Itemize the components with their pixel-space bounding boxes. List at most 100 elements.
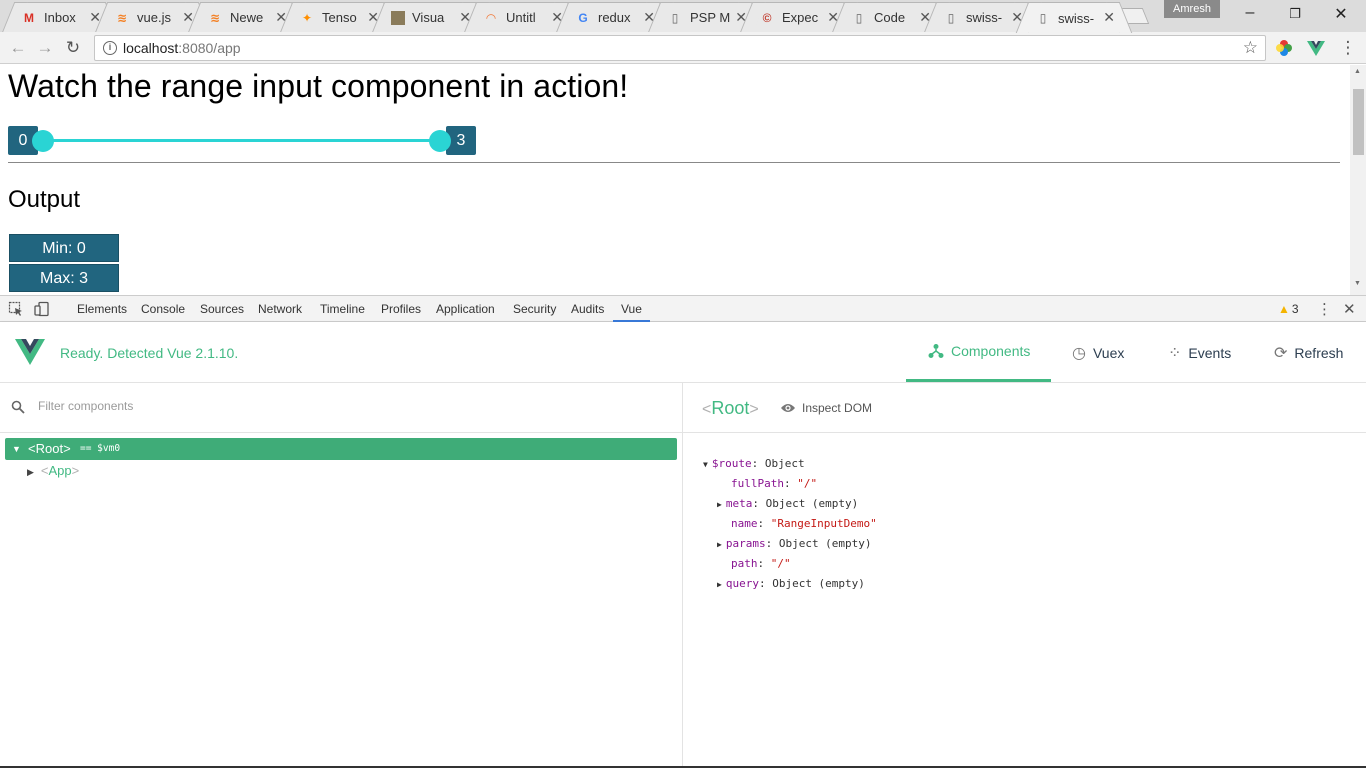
browser-tab[interactable]: ◠ Untitl ✕ xyxy=(476,2,568,32)
tab-audits[interactable]: Audits xyxy=(571,302,604,316)
tree-node-root-label: <Root> xyxy=(28,441,71,456)
page-viewport: Watch the range input component in actio… xyxy=(0,65,1350,295)
scroll-up-icon[interactable]: ▲ xyxy=(1354,68,1361,75)
restore-icon[interactable]: ❐ xyxy=(1285,6,1305,22)
events-icon: ⁘ xyxy=(1168,345,1182,362)
browser-tab[interactable]: ▯ swiss- ✕ xyxy=(936,2,1028,32)
back-arrow-icon[interactable]: ← xyxy=(8,38,28,58)
range-fill xyxy=(44,139,441,142)
prop-row[interactable]: ▼ $route: Object xyxy=(703,457,805,470)
image-icon xyxy=(391,10,405,25)
inspected-component-title: <Root> xyxy=(702,398,759,418)
forward-arrow-icon[interactable]: → xyxy=(35,38,55,58)
components-icon xyxy=(928,344,944,358)
expand-right-icon[interactable]: ▶ xyxy=(27,467,34,477)
browser-tab[interactable]: M Inbox ✕ xyxy=(14,2,106,32)
expand-down-icon[interactable]: ▼ xyxy=(12,438,21,460)
expand-right-icon[interactable]: ▶ xyxy=(717,540,722,549)
tab-sources[interactable]: Sources xyxy=(200,302,244,316)
close-devtools-icon[interactable]: ✕ xyxy=(1343,300,1356,318)
events-tab[interactable]: ⁘ Events xyxy=(1168,343,1231,363)
refresh-icon: ⟳ xyxy=(1274,345,1288,362)
refresh-button[interactable]: ⟳ Refresh xyxy=(1274,343,1343,363)
close-tab-icon[interactable]: ✕ xyxy=(1103,9,1115,26)
tab-security[interactable]: Security xyxy=(513,302,556,316)
tab-profiles[interactable]: Profiles xyxy=(381,302,421,316)
vue-extension-icon[interactable] xyxy=(1306,38,1326,58)
divider xyxy=(8,162,1340,163)
range-input[interactable]: 0 3 xyxy=(8,126,478,156)
tab-timeline[interactable]: Timeline xyxy=(320,302,365,316)
components-tab[interactable]: Components xyxy=(928,343,1030,359)
prop-row: name: "RangeInputDemo" xyxy=(731,517,877,530)
page-icon: ▯ xyxy=(671,10,679,25)
history-icon: ◷ xyxy=(1072,345,1086,362)
search-icon xyxy=(11,400,25,414)
tab-application[interactable]: Application xyxy=(436,302,495,316)
inspect-dom-button[interactable]: Inspect DOM xyxy=(780,401,872,415)
range-max-handle[interactable] xyxy=(429,130,451,152)
warning-badge[interactable]: ▲ 3 xyxy=(1278,302,1299,316)
page-title: Watch the range input component in actio… xyxy=(8,68,629,104)
scrollbar-thumb[interactable] xyxy=(1353,89,1364,155)
tensorflow-icon: ✦ xyxy=(301,10,313,25)
google-icon: G xyxy=(578,10,588,25)
minimize-icon[interactable]: – xyxy=(1240,4,1260,22)
max-output: Max: 3 xyxy=(9,264,119,292)
prop-row[interactable]: ▶ meta: Object (empty) xyxy=(717,497,858,510)
browser-tab[interactable]: ▯ Code ✕ xyxy=(844,2,936,32)
reload-icon[interactable]: ↻ xyxy=(63,38,83,58)
range-min-handle[interactable] xyxy=(32,130,54,152)
color-wheel-extension-icon[interactable] xyxy=(1274,38,1294,58)
eye-icon xyxy=(781,404,795,412)
prop-row[interactable]: ▶ params: Object (empty) xyxy=(717,537,872,550)
output-heading: Output xyxy=(8,186,81,213)
prop-row[interactable]: ▶ query: Object (empty) xyxy=(717,577,865,590)
tree-node-root[interactable]: ▼ <Root> == $vm0 xyxy=(5,438,677,460)
scroll-down-icon[interactable]: ▼ xyxy=(1354,280,1361,287)
browser-tab-active[interactable]: ▯ swiss- ✕ xyxy=(1028,2,1120,33)
browser-tab[interactable]: © Expec ✕ xyxy=(752,2,844,32)
page-icon: ▯ xyxy=(1039,11,1047,25)
device-toolbar-icon[interactable] xyxy=(34,301,50,317)
browser-tab[interactable]: Visua ✕ xyxy=(384,2,476,32)
browser-tab[interactable]: ✦ Tenso ✕ xyxy=(292,2,384,32)
address-bar[interactable]: i localhost:8080/app ☆ xyxy=(94,35,1266,61)
stackoverflow-icon: ≋ xyxy=(209,10,221,25)
vm-reference: == $vm0 xyxy=(80,443,121,454)
min-output: Min: 0 xyxy=(9,234,119,262)
browser-tab-strip: M Inbox ✕ ≋ vue.js ✕ ≋ Newe ✕ ✦ Tenso ✕ … xyxy=(0,0,1366,33)
info-icon[interactable]: i xyxy=(103,41,117,55)
inspect-element-icon[interactable] xyxy=(8,301,24,317)
loading-icon: ◠ xyxy=(486,10,496,25)
inspector-header: <Root> Inspect DOM xyxy=(683,383,1366,433)
vue-logo-icon xyxy=(15,339,45,365)
vuex-tab[interactable]: ◷ Vuex xyxy=(1072,343,1124,363)
page-icon: ▯ xyxy=(855,10,863,25)
browser-tab[interactable]: ≋ Newe ✕ xyxy=(200,2,292,32)
bookmark-star-icon[interactable]: ☆ xyxy=(1243,38,1258,58)
browser-toolbar: ← → ↻ i localhost:8080/app ☆ ⋮ xyxy=(0,32,1366,64)
browser-tab[interactable]: ▯ PSP M ✕ xyxy=(660,2,752,32)
page-scrollbar[interactable]: ▲ ▼ xyxy=(1350,65,1366,295)
tab-network[interactable]: Network xyxy=(258,302,302,316)
tab-vue[interactable]: Vue xyxy=(613,302,650,322)
browser-tab[interactable]: ≋ vue.js ✕ xyxy=(107,2,199,32)
filter-components-input[interactable] xyxy=(38,399,638,413)
browser-tab[interactable]: G redux ✕ xyxy=(568,2,660,32)
profile-button[interactable]: Amresh xyxy=(1164,0,1220,18)
browser-menu-icon[interactable]: ⋮ xyxy=(1338,38,1358,58)
tree-node-app[interactable]: ▶ <App> xyxy=(27,463,79,478)
active-tab-underline xyxy=(906,379,1051,382)
devtools-tab-bar: Elements Console Sources Network Timelin… xyxy=(0,295,1366,322)
close-window-icon[interactable]: ✕ xyxy=(1331,4,1351,24)
tab-elements[interactable]: Elements xyxy=(77,302,127,316)
tab-console[interactable]: Console xyxy=(141,302,185,316)
devtools-menu-icon[interactable]: ⋮ xyxy=(1317,300,1332,318)
gmail-icon: M xyxy=(24,10,34,25)
expand-down-icon[interactable]: ▼ xyxy=(703,460,708,469)
expand-right-icon[interactable]: ▶ xyxy=(717,500,722,509)
expand-right-icon[interactable]: ▶ xyxy=(717,580,722,589)
component-tree-pane: ▼ <Root> == $vm0 ▶<App> xyxy=(0,383,683,768)
prop-row: fullPath: "/" xyxy=(731,477,818,490)
